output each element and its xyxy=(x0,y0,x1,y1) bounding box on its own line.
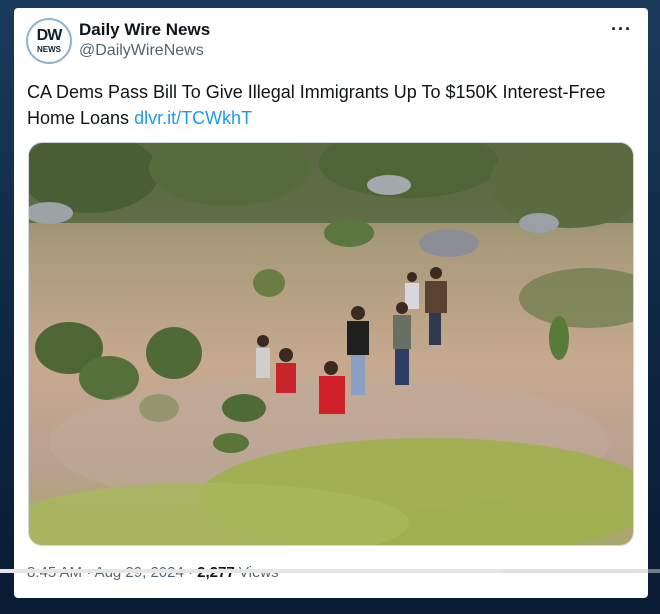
tweet-card[interactable]: DW NEWS Daily Wire News @DailyWireNews ·… xyxy=(14,8,648,598)
more-horizontal-icon[interactable]: ··· xyxy=(611,20,632,38)
avatar-logo-news: NEWS xyxy=(37,45,61,54)
avatar-logo-dw: DW xyxy=(36,27,63,44)
video-progress-fill xyxy=(0,569,502,573)
video-progress-track[interactable] xyxy=(0,569,660,573)
tweet-body: CA Dems Pass Bill To Give Illegal Immigr… xyxy=(27,82,606,128)
avatar[interactable]: DW NEWS xyxy=(26,18,72,64)
field-photo xyxy=(29,143,633,545)
tweet-header: DW NEWS Daily Wire News @DailyWireNews ·… xyxy=(26,18,636,68)
tweet-text: CA Dems Pass Bill To Give Illegal Immigr… xyxy=(27,79,627,131)
author-handle[interactable]: @DailyWireNews xyxy=(79,42,204,60)
author-name[interactable]: Daily Wire News xyxy=(79,20,210,40)
tweet-media-image[interactable] xyxy=(28,142,634,546)
tweet-link[interactable]: dlvr.it/TCWkhT xyxy=(134,108,252,128)
